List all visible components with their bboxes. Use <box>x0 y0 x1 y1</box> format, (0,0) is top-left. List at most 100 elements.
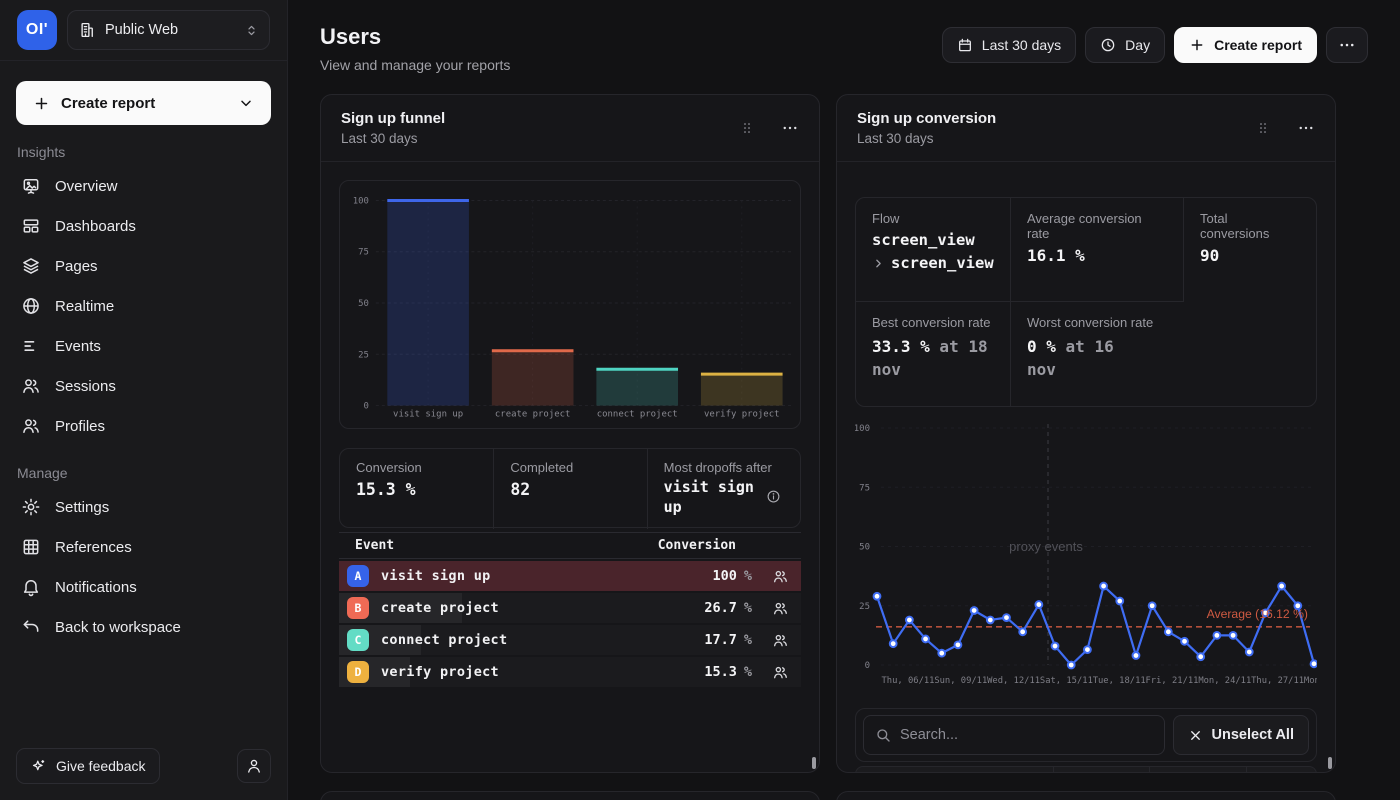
sidebar-item-notifications[interactable]: Notifications <box>0 567 287 607</box>
svg-text:0: 0 <box>865 661 870 671</box>
app-logo[interactable]: OI' <box>17 10 57 50</box>
funnel-bar-chart[interactable]: 0255075100visit sign upcreate projectcon… <box>339 180 801 429</box>
chevron-right-icon <box>872 257 885 270</box>
users-icon[interactable] <box>772 632 789 649</box>
event-name: visit sign up <box>381 568 712 584</box>
conversion-line-chart[interactable]: 0255075100proxy eventsAverage (16.12 %)T… <box>855 420 1317 692</box>
sidebar-item-realtime[interactable]: Realtime <box>0 286 287 326</box>
users-icon[interactable] <box>772 600 789 617</box>
svg-text:100: 100 <box>353 196 369 206</box>
stat-value: 82 <box>510 480 630 499</box>
table-row[interactable]: C connect project 17.7 % <box>339 625 801 655</box>
percent-sign: % <box>744 632 752 648</box>
table-row[interactable]: B create project 26.7 % <box>339 593 801 623</box>
sidebar-item-settings[interactable]: Settings <box>0 487 287 527</box>
workspace-row: OI' Public Web <box>0 0 287 61</box>
search-icon <box>875 727 891 743</box>
info-icon[interactable] <box>766 489 781 504</box>
give-feedback-button[interactable]: Give feedback <box>16 748 160 784</box>
main-content: Users View and manage your reports Last … <box>288 0 1400 800</box>
workspace-name: Public Web <box>105 22 235 38</box>
users-icon[interactable] <box>772 568 789 585</box>
reports-grid: Sign up funnel Last 30 days 0255075100vi… <box>320 94 1336 800</box>
unselect-all-button[interactable]: Unselect All <box>1173 715 1309 755</box>
stat-label: Flow <box>872 211 994 226</box>
sidebar-item-label: Events <box>55 338 101 355</box>
users-icon <box>21 376 41 396</box>
sidebar-item-pages[interactable]: Pages <box>0 246 287 286</box>
unselect-all-label: Unselect All <box>1212 727 1294 743</box>
conversion-card-header: Sign up conversion Last 30 days <box>837 95 1335 162</box>
give-feedback-label: Give feedback <box>56 758 146 774</box>
series-toolbar: Unselect All <box>855 708 1317 762</box>
sidebar-item-sessions[interactable]: Sessions <box>0 366 287 406</box>
lines-icon <box>21 336 41 356</box>
conversion-value: 17.7 <box>704 632 737 648</box>
stat-value: 33.3 % at 18 nov <box>872 335 994 381</box>
sidebar-item-dashboards[interactable]: Dashboards <box>0 206 287 246</box>
table-row[interactable]: D verify project 15.3 % <box>339 657 801 687</box>
users-icon <box>21 416 41 436</box>
monitor-image-icon <box>21 176 41 196</box>
percent-sign: % <box>744 600 752 616</box>
flow-step-2: screen_view <box>872 254 994 272</box>
svg-text:connect project: connect project <box>597 410 678 420</box>
funnel-card-header: Sign up funnel Last 30 days <box>321 95 819 162</box>
drag-handle-icon[interactable] <box>739 120 755 136</box>
sidebar-item-overview[interactable]: Overview <box>0 166 287 206</box>
svg-text:Fri, 21/11: Fri, 21/11 <box>1146 676 1199 686</box>
create-report-label: Create report <box>61 95 227 112</box>
svg-text:create project: create project <box>495 410 570 420</box>
funnel-report-card: Sign up funnel Last 30 days 0255075100vi… <box>320 94 820 773</box>
card-menu-icon[interactable] <box>781 119 799 137</box>
sidebar-item-references[interactable]: References <box>0 527 287 567</box>
svg-text:Thu, 27/11: Thu, 27/11 <box>1251 676 1304 686</box>
header-actions: Last 30 days Day Create report <box>942 27 1368 63</box>
svg-text:proxy events: proxy events <box>1009 539 1083 554</box>
event-name: create project <box>381 600 704 616</box>
svg-text:0: 0 <box>363 402 368 412</box>
sidebar-item-back-to-workspace[interactable]: Back to workspace <box>0 607 287 647</box>
user-icon <box>245 757 263 775</box>
stat-value: 16.1 % <box>1027 246 1167 265</box>
profile-button[interactable] <box>237 749 271 783</box>
workspace-selector[interactable]: Public Web <box>67 10 270 50</box>
svg-text:75: 75 <box>358 248 369 258</box>
chevron-down-icon <box>238 95 254 111</box>
column-header-conversion: Conversion <box>658 538 736 553</box>
sidebar-item-label: Realtime <box>55 298 114 315</box>
card-scrollbar[interactable] <box>1328 757 1332 769</box>
stat-value: 15.3 % <box>356 480 477 499</box>
step-badge: D <box>347 661 369 683</box>
date-range-label: Last 30 days <box>982 37 1061 53</box>
interval-button[interactable]: Day <box>1085 27 1165 63</box>
stat-label: Worst conversion rate <box>1027 315 1157 330</box>
svg-text:Mon, 01/12: Mon, 01/12 <box>1304 676 1317 686</box>
conversion-value: 100 <box>712 568 736 584</box>
svg-text:Thu, 06/11: Thu, 06/11 <box>882 676 935 686</box>
globe-icon <box>21 296 41 316</box>
table-row[interactable]: A visit sign up 100 % <box>339 561 801 591</box>
create-report-button[interactable]: Create report <box>1174 27 1317 63</box>
sidebar-item-label: Pages <box>55 258 98 275</box>
sidebar-item-events[interactable]: Events <box>0 326 287 366</box>
sidebar-create-report-button[interactable]: Create report <box>16 81 271 125</box>
report-card-partial <box>320 791 820 800</box>
drag-handle-icon[interactable] <box>1255 120 1271 136</box>
conversion-report-card: Sign up conversion Last 30 days Flow scr… <box>836 94 1336 773</box>
users-icon[interactable] <box>772 664 789 681</box>
stat-label: Best conversion rate <box>872 315 994 330</box>
card-scrollbar[interactable] <box>812 757 816 769</box>
svg-text:Mon, 24/11: Mon, 24/11 <box>1198 676 1251 686</box>
date-range-button[interactable]: Last 30 days <box>942 27 1076 63</box>
building-icon <box>78 21 96 39</box>
search-input[interactable] <box>900 727 1153 743</box>
card-menu-icon[interactable] <box>1297 119 1315 137</box>
svg-text:Wed, 12/11: Wed, 12/11 <box>987 676 1040 686</box>
more-options-button[interactable] <box>1326 27 1368 63</box>
search-field[interactable] <box>863 715 1165 755</box>
svg-text:100: 100 <box>855 424 870 434</box>
create-report-label: Create report <box>1214 37 1302 53</box>
sidebar-item-profiles[interactable]: Profiles <box>0 406 287 446</box>
conversion-value: 15.3 <box>704 664 737 680</box>
